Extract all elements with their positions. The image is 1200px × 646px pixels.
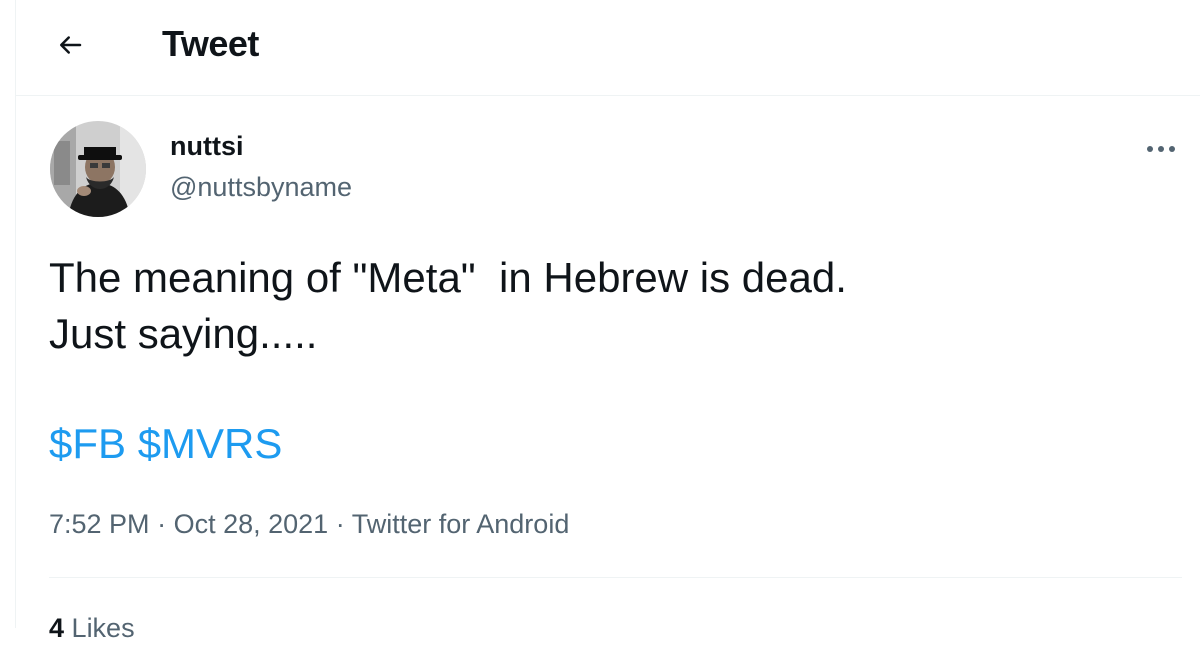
back-button[interactable] xyxy=(49,24,91,66)
tweet-metadata: 7:52 PM · Oct 28, 2021 · Twitter for And… xyxy=(49,506,569,542)
likes-label: Likes xyxy=(71,613,135,643)
tweet-column: Tweet nuttsi @nuttsbyname The meaning of… xyxy=(15,0,1200,643)
meta-separator: · xyxy=(335,509,345,539)
tweet-time: 7:52 PM xyxy=(49,509,150,539)
avatar[interactable] xyxy=(50,121,146,217)
page-header: Tweet xyxy=(16,0,1200,96)
cashtags: $FB $MVRS xyxy=(49,416,282,472)
arrow-left-icon xyxy=(60,36,82,54)
likes-count: 4 xyxy=(49,613,65,643)
divider xyxy=(49,577,1182,578)
profile-photo xyxy=(50,121,146,217)
author-display-name[interactable]: nuttsi xyxy=(170,130,244,162)
tweet-text-line: Just saying..... xyxy=(49,310,318,357)
cashtag-link[interactable]: $FB xyxy=(49,420,126,467)
tweet-timestamp[interactable]: 7:52 PM · Oct 28, 2021 xyxy=(49,509,328,539)
tweet-date: Oct 28, 2021 xyxy=(173,509,329,539)
likes-link[interactable]: 4 Likes xyxy=(49,610,135,646)
tweet-text-line: The meaning of "Meta" in Hebrew is dead. xyxy=(49,254,847,301)
meta-separator: · xyxy=(157,509,167,539)
tweet-source[interactable]: Twitter for Android xyxy=(352,509,570,539)
tweet-text: The meaning of "Meta" in Hebrew is dead.… xyxy=(49,250,1149,362)
author-handle[interactable]: @nuttsbyname xyxy=(170,171,352,203)
more-options-button[interactable] xyxy=(1140,128,1182,170)
page-title: Tweet xyxy=(162,23,259,64)
cashtag-link[interactable]: $MVRS xyxy=(138,420,283,467)
more-options-icon xyxy=(1147,146,1175,152)
